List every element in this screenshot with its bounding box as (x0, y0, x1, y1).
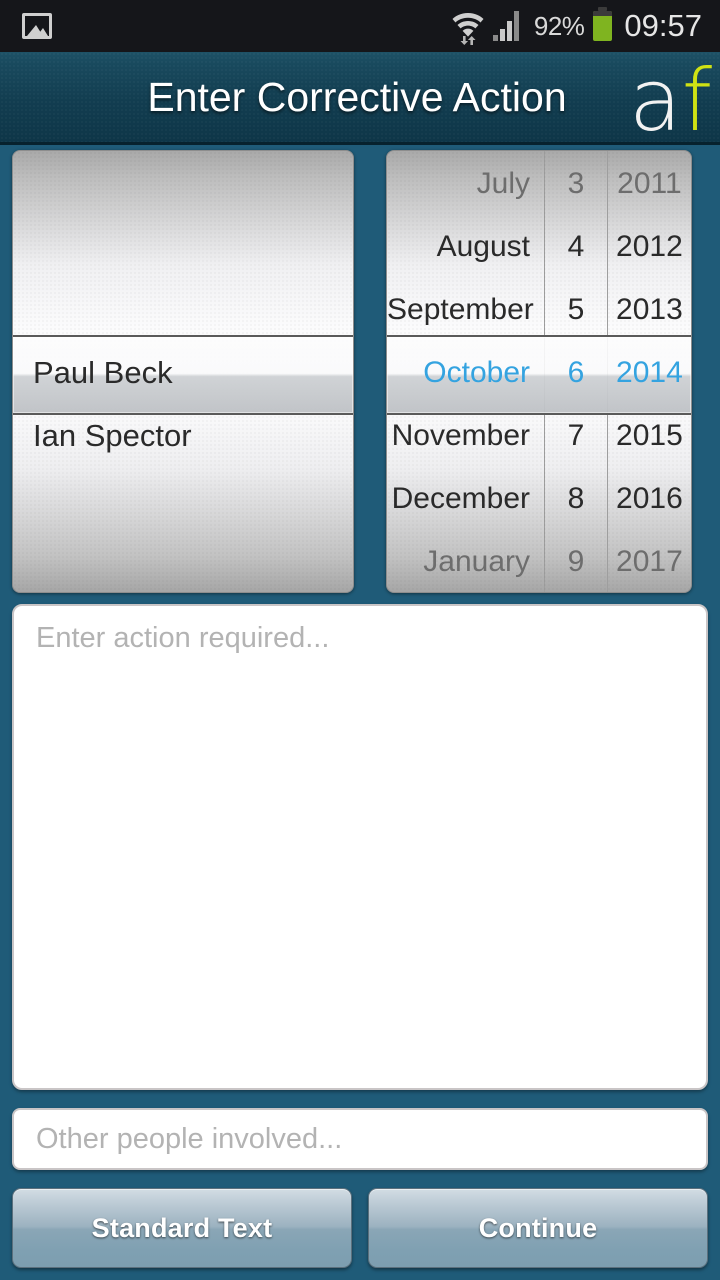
battery-percent-label: 92% (533, 10, 585, 41)
day-item[interactable]: 7 (545, 403, 607, 466)
person-item-selected[interactable]: Paul Beck (13, 340, 353, 403)
month-item[interactable]: August (387, 214, 544, 277)
month-item[interactable]: September (387, 277, 544, 340)
page-title: Enter Corrective Action (147, 73, 567, 120)
person-item[interactable] (13, 214, 353, 277)
wifi-icon (452, 13, 484, 45)
continue-button-label: Continue (478, 1212, 598, 1243)
year-column[interactable]: 2011 2012 2013 2014 2015 2016 2017 (606, 151, 691, 592)
standard-text-button-label: Standard Text (91, 1212, 273, 1243)
day-item[interactable]: 5 (545, 277, 607, 340)
pickers-row: Paul Beck Ian Spector July August Septem… (0, 150, 720, 593)
month-item[interactable]: December (387, 466, 544, 529)
day-item[interactable]: 9 (545, 529, 607, 592)
action-bar: Enter Corrective Action af (0, 52, 720, 145)
action-textarea[interactable]: Enter action required... (12, 604, 708, 1090)
year-item[interactable]: 2017 (608, 529, 691, 592)
year-item[interactable]: 2015 (608, 403, 691, 466)
action-textarea-placeholder: Enter action required... (36, 622, 330, 654)
month-item[interactable]: July (387, 151, 544, 214)
logo-letter-f: f (681, 51, 712, 151)
year-item[interactable]: 2013 (608, 277, 691, 340)
year-item[interactable]: 2011 (608, 151, 691, 214)
status-bar-right: 92% 09:57 (452, 7, 702, 45)
person-column[interactable]: Paul Beck Ian Spector (13, 151, 353, 592)
day-column[interactable]: 3 4 5 6 7 8 9 (544, 151, 607, 592)
person-picker[interactable]: Paul Beck Ian Spector (12, 150, 354, 593)
person-item[interactable] (13, 151, 353, 214)
date-wheel[interactable]: July August September October November D… (387, 151, 691, 592)
signal-bars-icon (492, 11, 519, 41)
year-item[interactable]: 2012 (608, 214, 691, 277)
gallery-icon (22, 13, 52, 39)
continue-button[interactable]: Continue (368, 1188, 708, 1268)
other-people-input[interactable]: Other people involved... (12, 1108, 708, 1170)
year-item-selected[interactable]: 2014 (608, 340, 691, 403)
app-screen: 92% 09:57 Enter Corrective Action af Pau… (0, 0, 720, 1280)
other-people-placeholder: Other people involved... (36, 1122, 343, 1155)
status-bar: 92% 09:57 (0, 0, 720, 52)
person-item[interactable] (13, 277, 353, 340)
person-wheel[interactable]: Paul Beck Ian Spector (13, 151, 353, 592)
month-column[interactable]: July August September October November D… (387, 151, 544, 592)
day-item[interactable]: 3 (545, 151, 607, 214)
date-picker[interactable]: July August September October November D… (386, 150, 692, 593)
status-bar-left (22, 13, 52, 39)
person-item[interactable] (13, 466, 353, 529)
status-bar-clock: 09:57 (624, 8, 702, 43)
day-item[interactable]: 4 (545, 214, 607, 277)
month-item[interactable]: January (387, 529, 544, 592)
year-item[interactable]: 2016 (608, 466, 691, 529)
battery-icon (593, 7, 613, 41)
day-item[interactable]: 8 (545, 466, 607, 529)
month-item[interactable]: November (387, 403, 544, 466)
app-logo: af (629, 58, 712, 144)
logo-letter-a: a (629, 51, 682, 151)
standard-text-button[interactable]: Standard Text (12, 1188, 352, 1268)
day-item-selected[interactable]: 6 (545, 340, 607, 403)
person-item[interactable] (13, 529, 353, 592)
person-item[interactable]: Ian Spector (13, 403, 353, 466)
month-item-selected[interactable]: October (387, 340, 544, 403)
